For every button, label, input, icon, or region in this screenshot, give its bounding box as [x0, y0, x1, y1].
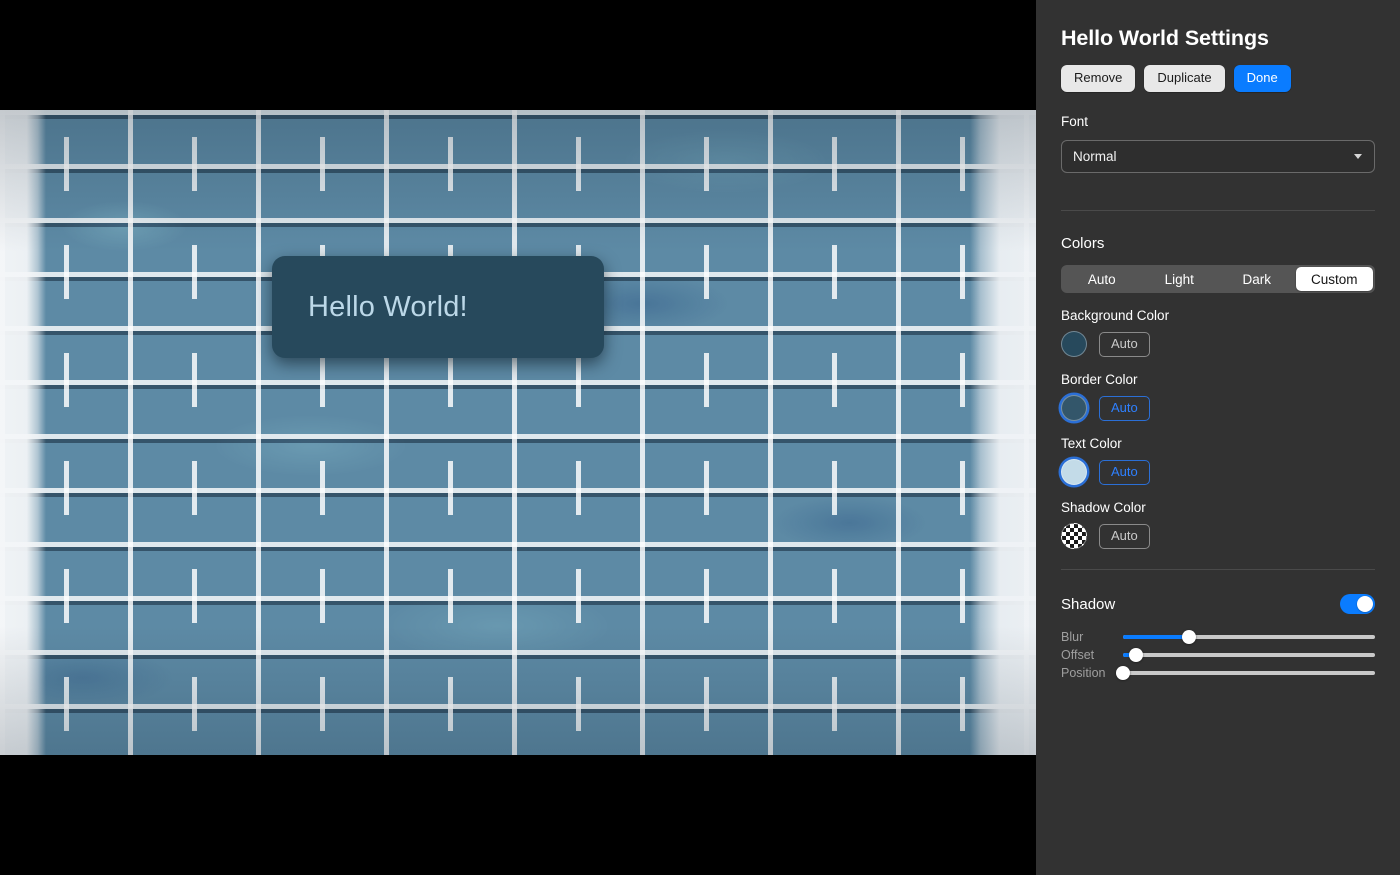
blur-slider-fill	[1123, 635, 1189, 640]
color-mode-auto[interactable]: Auto	[1063, 267, 1141, 291]
colors-section-title: Colors	[1061, 235, 1105, 253]
offset-slider-track[interactable]	[1123, 648, 1375, 663]
color-mode-custom[interactable]: Custom	[1295, 267, 1373, 292]
offset-slider-row: Offset	[1061, 646, 1375, 664]
remove-button[interactable]: Remove	[1061, 65, 1136, 93]
page-title: Hello World Settings	[1061, 26, 1269, 50]
blur-slider-thumb[interactable]	[1181, 630, 1196, 645]
blur-slider-row: Blur	[1061, 628, 1375, 646]
position-slider-thumb[interactable]	[1116, 666, 1130, 681]
brick-wall-photo	[0, 110, 1036, 755]
shadow-color-swatch[interactable]	[1061, 523, 1087, 550]
background-color-row: Auto	[1061, 331, 1375, 358]
position-slider-label: Position	[1061, 666, 1106, 681]
shadow-color-label: Shadow Color	[1061, 500, 1146, 516]
canvas-area: Hello World!	[0, 0, 1036, 875]
border-color-label: Border Color	[1061, 372, 1138, 388]
blur-slider-label: Blur	[1061, 630, 1084, 645]
color-mode-segmented-control[interactable]: Auto Light Dark Custom	[1061, 265, 1375, 294]
color-mode-dark[interactable]: Dark	[1218, 267, 1296, 291]
settings-panel: Hello World Settings Remove Duplicate Do…	[1036, 0, 1400, 875]
font-select-value: Normal	[1073, 149, 1117, 165]
shadow-toggle[interactable]	[1340, 594, 1375, 615]
font-section-label: Font	[1061, 114, 1089, 130]
color-mode-light[interactable]: Light	[1141, 267, 1219, 291]
text-color-row: Auto	[1061, 459, 1375, 486]
divider-font-colors	[1061, 210, 1375, 212]
hello-world-text: Hello World!	[308, 290, 468, 323]
duplicate-button[interactable]: Duplicate	[1144, 65, 1225, 93]
chevron-down-icon	[1354, 154, 1362, 160]
text-color-label: Text Color	[1061, 436, 1122, 452]
shadow-sliders: Blur Offset Position	[1061, 628, 1375, 682]
app-window: Hello World! Hello World Settings Remove…	[0, 0, 1400, 875]
shadow-color-auto-button[interactable]: Auto	[1099, 524, 1150, 549]
background-color-label: Background Color	[1061, 308, 1170, 324]
shadow-section-header: Shadow	[1061, 594, 1375, 615]
shadow-color-row: Auto	[1061, 523, 1375, 550]
position-slider-row: Position	[1061, 664, 1375, 682]
position-slider-track[interactable]	[1116, 666, 1375, 681]
blur-slider-track[interactable]	[1123, 630, 1375, 645]
divider-colors-shadow	[1061, 569, 1375, 571]
border-color-swatch[interactable]	[1061, 395, 1087, 422]
border-color-auto-button[interactable]: Auto	[1099, 396, 1150, 421]
border-color-row: Auto	[1061, 395, 1375, 422]
background-color-auto-button[interactable]: Auto	[1099, 332, 1150, 357]
text-color-auto-button[interactable]: Auto	[1099, 460, 1150, 485]
brick-wall-base	[0, 110, 1036, 755]
font-select[interactable]: Normal	[1061, 140, 1375, 174]
offset-slider-label: Offset	[1061, 648, 1095, 663]
done-button[interactable]: Done	[1233, 65, 1291, 93]
brick-wall-vignette	[0, 110, 1036, 755]
background-color-swatch[interactable]	[1061, 331, 1087, 358]
text-color-swatch[interactable]	[1061, 459, 1087, 486]
hello-world-text-box[interactable]: Hello World!	[272, 256, 604, 358]
action-button-row: Remove Duplicate Done	[1061, 65, 1375, 93]
shadow-section-title: Shadow	[1061, 595, 1116, 613]
shadow-toggle-knob	[1357, 596, 1373, 613]
offset-slider-thumb[interactable]	[1128, 648, 1143, 663]
